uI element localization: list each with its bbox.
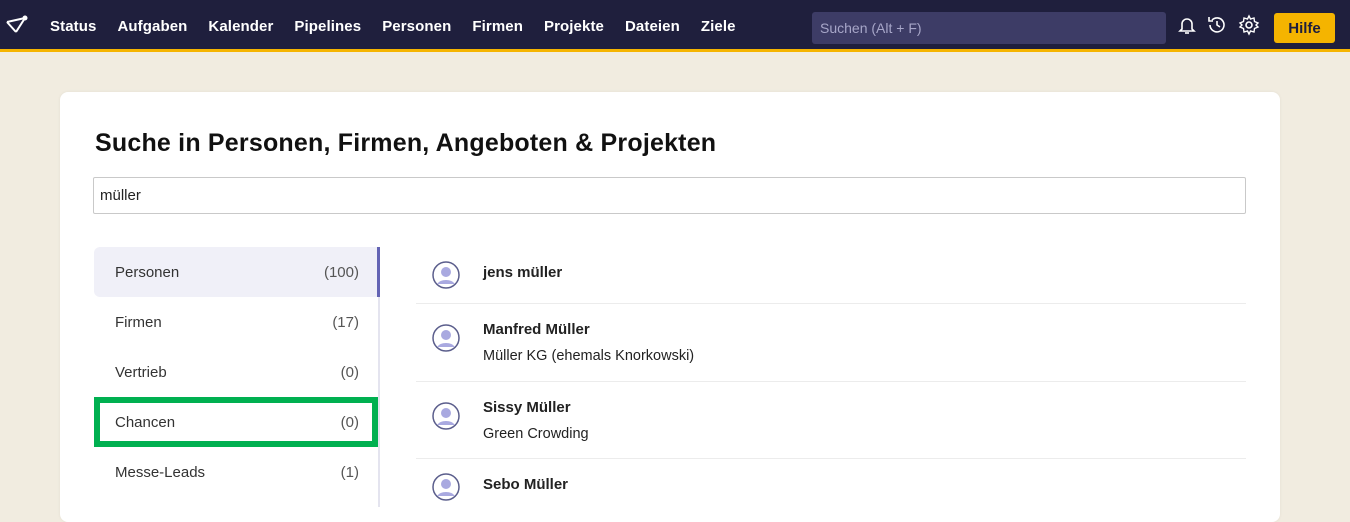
result-name[interactable]: jens müller [483, 264, 562, 281]
history-icon[interactable] [1206, 14, 1228, 36]
nav-item-kalender[interactable]: Kalender [208, 18, 273, 35]
nav-item-status[interactable]: Status [50, 18, 96, 35]
nav-item-ziele[interactable]: Ziele [701, 18, 736, 35]
category-list: Personen (100) Firmen (17) Vertrieb (0) … [94, 247, 381, 507]
nav-item-personen[interactable]: Personen [382, 18, 451, 35]
page-title: Suche in Personen, Firmen, Angeboten & P… [95, 129, 717, 157]
category-count: (0) [340, 413, 359, 431]
category-chancen[interactable]: Chancen (0) [94, 397, 378, 447]
result-subtitle: Green Crowding [483, 426, 589, 442]
category-count: (0) [340, 363, 359, 381]
results-list: jens müller Manfred Müller Müller KG (eh… [416, 247, 1246, 519]
result-row[interactable]: Manfred Müller Müller KG (ehemals Knorko… [416, 304, 1246, 382]
bell-icon[interactable] [1176, 14, 1198, 36]
result-row[interactable]: jens müller [416, 247, 1246, 304]
category-messe-leads[interactable]: Messe-Leads (1) [94, 447, 378, 497]
avatar-icon [432, 324, 460, 352]
category-label: Vertrieb [115, 363, 167, 381]
category-vertrieb[interactable]: Vertrieb (0) [94, 347, 378, 397]
result-name[interactable]: Sissy Müller [483, 399, 571, 416]
result-name[interactable]: Sebo Müller [483, 476, 568, 493]
nav-item-firmen[interactable]: Firmen [472, 18, 523, 35]
result-name[interactable]: Manfred Müller [483, 321, 590, 338]
nav-item-dateien[interactable]: Dateien [625, 18, 680, 35]
category-count: (1) [340, 463, 359, 481]
logo-icon[interactable] [4, 14, 28, 36]
category-label: Messe-Leads [115, 463, 206, 481]
category-label: Personen [115, 263, 180, 281]
nav-item-aufgaben[interactable]: Aufgaben [117, 18, 187, 35]
category-count: (100) [323, 263, 359, 281]
avatar-icon [432, 261, 460, 289]
top-navigation-bar: Status Aufgaben Kalender Pipelines Perso… [0, 0, 1350, 52]
nav-item-pipelines[interactable]: Pipelines [294, 18, 361, 35]
category-count: (17) [332, 313, 359, 331]
nav-item-projekte[interactable]: Projekte [544, 18, 604, 35]
gear-icon[interactable] [1238, 14, 1260, 36]
main-nav: Status Aufgaben Kalender Pipelines Perso… [50, 0, 757, 52]
category-firmen[interactable]: Firmen (17) [94, 297, 378, 347]
help-button[interactable]: Hilfe [1274, 13, 1335, 43]
avatar-icon [432, 473, 460, 501]
avatar-icon [432, 402, 460, 430]
result-subtitle: Müller KG (ehemals Knorkowski) [483, 348, 695, 364]
search-query-input[interactable] [93, 177, 1246, 214]
global-search-input[interactable] [812, 12, 1166, 44]
result-row[interactable]: Sebo Müller [416, 459, 1246, 519]
category-label: Chancen [115, 413, 176, 431]
category-personen[interactable]: Personen (100) [94, 247, 380, 297]
result-row[interactable]: Sissy Müller Green Crowding [416, 382, 1246, 459]
search-card: Suche in Personen, Firmen, Angeboten & P… [60, 92, 1280, 522]
category-label: Firmen [115, 313, 162, 331]
